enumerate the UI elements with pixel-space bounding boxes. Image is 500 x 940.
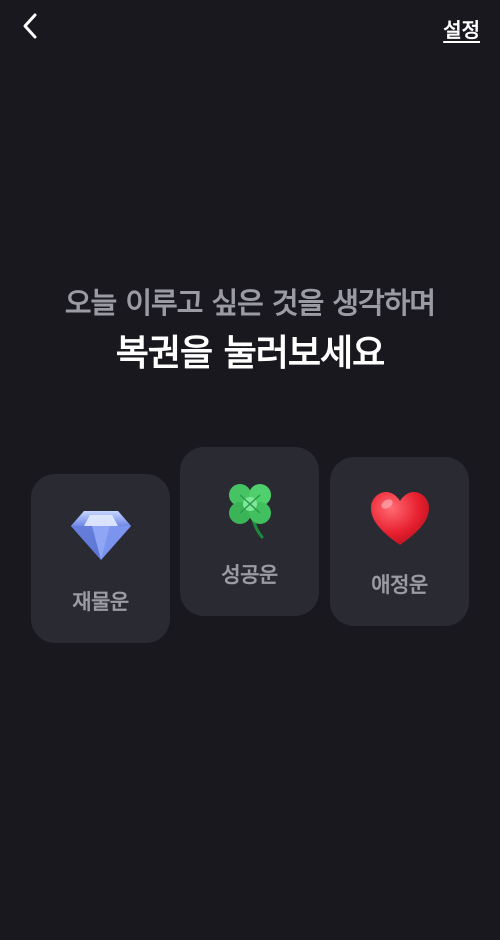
card-love[interactable]: 애정운 — [330, 457, 469, 626]
page-title: 복권을 눌러보세요 — [115, 333, 386, 374]
settings-link[interactable]: 설정 — [443, 14, 480, 43]
subtitle: 오늘 이루고 싶은 것을 생각하며 — [64, 286, 436, 320]
card-label: 재물운 — [72, 590, 129, 614]
card-label: 성공운 — [221, 563, 278, 587]
chevron-left-icon — [20, 12, 40, 44]
card-label: 애정운 — [371, 573, 428, 597]
heart-icon — [330, 491, 469, 547]
card-wealth[interactable]: 재물운 — [31, 474, 170, 643]
card-success[interactable]: 성공운 — [180, 447, 319, 616]
back-button[interactable] — [12, 10, 48, 46]
diamond-icon — [31, 508, 170, 562]
four-leaf-clover-icon — [180, 481, 319, 543]
